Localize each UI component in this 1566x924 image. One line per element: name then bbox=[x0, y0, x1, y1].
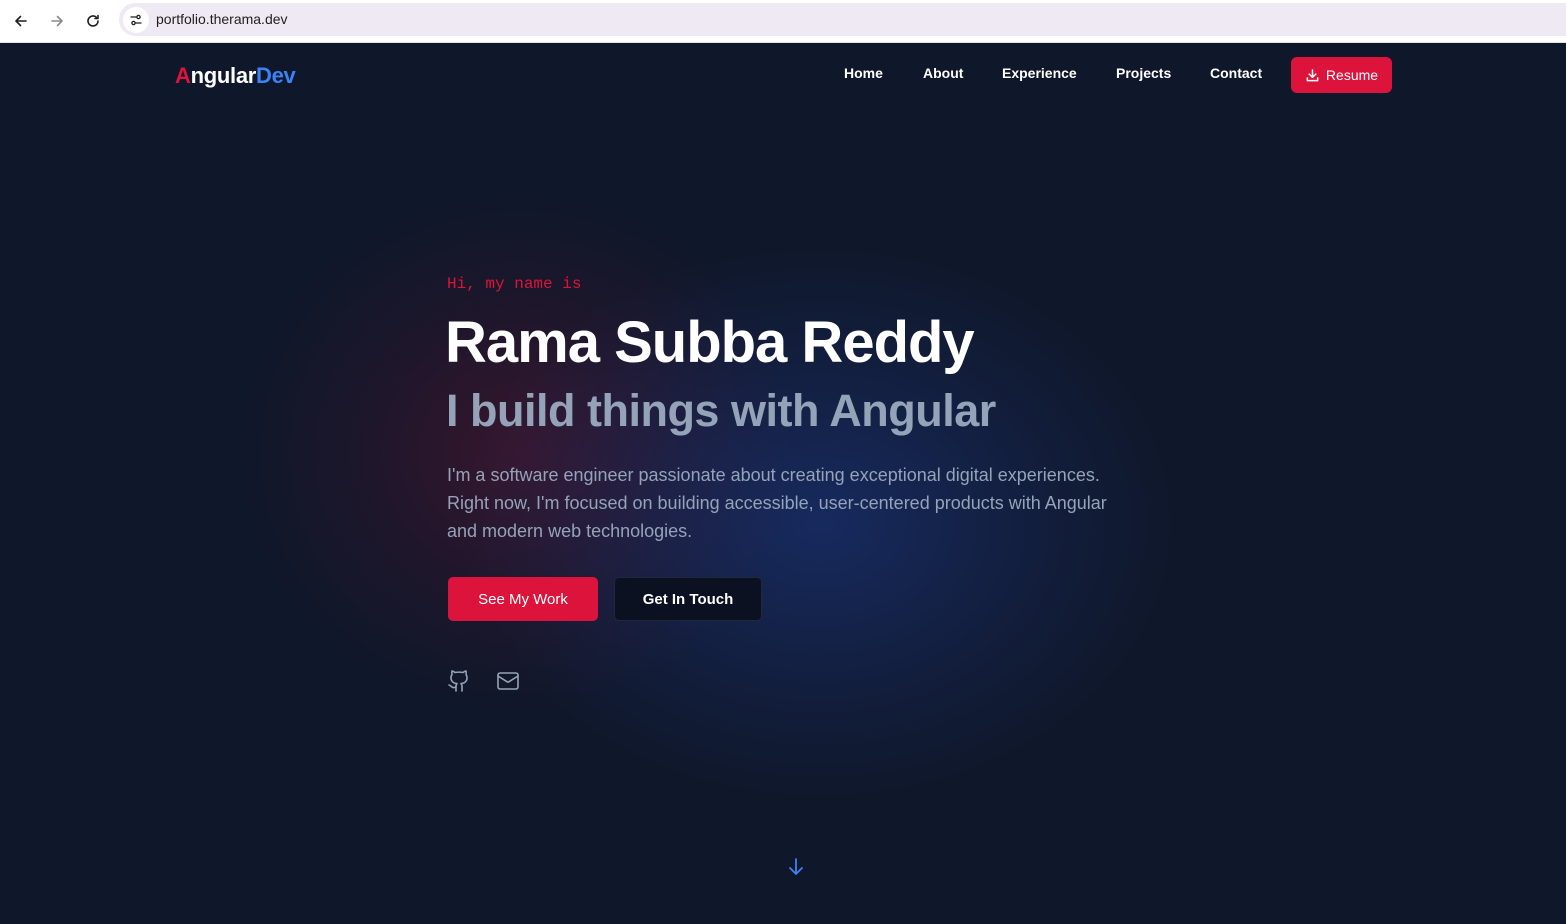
nav-link-home[interactable]: Home bbox=[844, 65, 883, 81]
arrow-right-icon bbox=[51, 15, 63, 27]
arrow-down-icon bbox=[789, 858, 803, 875]
hero-description: I'm a software engineer passionate about… bbox=[447, 465, 1107, 541]
github-link[interactable] bbox=[447, 669, 471, 693]
back-button[interactable] bbox=[8, 8, 34, 34]
scroll-down-button[interactable] bbox=[786, 856, 806, 878]
reload-button[interactable] bbox=[80, 8, 106, 34]
see-my-work-button[interactable]: See My Work bbox=[448, 577, 598, 621]
arrow-left-icon bbox=[15, 15, 27, 27]
reload-icon bbox=[87, 14, 99, 27]
nav-link-experience[interactable]: Experience bbox=[1002, 65, 1077, 81]
github-icon bbox=[448, 670, 468, 692]
url-text[interactable]: portfolio.therama.dev bbox=[156, 11, 288, 27]
portfolio-page: AngularDev Home About Experience Project… bbox=[0, 43, 1566, 924]
resume-button[interactable]: Resume bbox=[1291, 57, 1392, 93]
browser-toolbar: portfolio.therama.dev bbox=[0, 0, 1566, 43]
tune-icon bbox=[130, 14, 142, 26]
email-link[interactable] bbox=[496, 669, 520, 693]
mail-icon bbox=[497, 672, 519, 690]
nav-link-contact[interactable]: Contact bbox=[1210, 65, 1262, 81]
nav-link-projects[interactable]: Projects bbox=[1116, 65, 1171, 81]
forward-button[interactable] bbox=[44, 8, 70, 34]
address-bar[interactable]: portfolio.therama.dev bbox=[119, 3, 1566, 36]
site-info-button[interactable] bbox=[123, 7, 149, 33]
see-my-work-label: See My Work bbox=[478, 590, 568, 608]
get-in-touch-label: Get In Touch bbox=[642, 590, 734, 608]
hero-intro: Hi, my name is bbox=[447, 275, 582, 293]
hero-tagline: I build things with Angular bbox=[446, 385, 996, 436]
get-in-touch-button[interactable]: Get In Touch bbox=[614, 577, 762, 621]
download-icon bbox=[1306, 68, 1319, 81]
resume-label: Resume bbox=[1325, 67, 1379, 83]
nav-link-about[interactable]: About bbox=[923, 65, 963, 81]
hero-name: Rama Subba Reddy bbox=[445, 310, 975, 375]
